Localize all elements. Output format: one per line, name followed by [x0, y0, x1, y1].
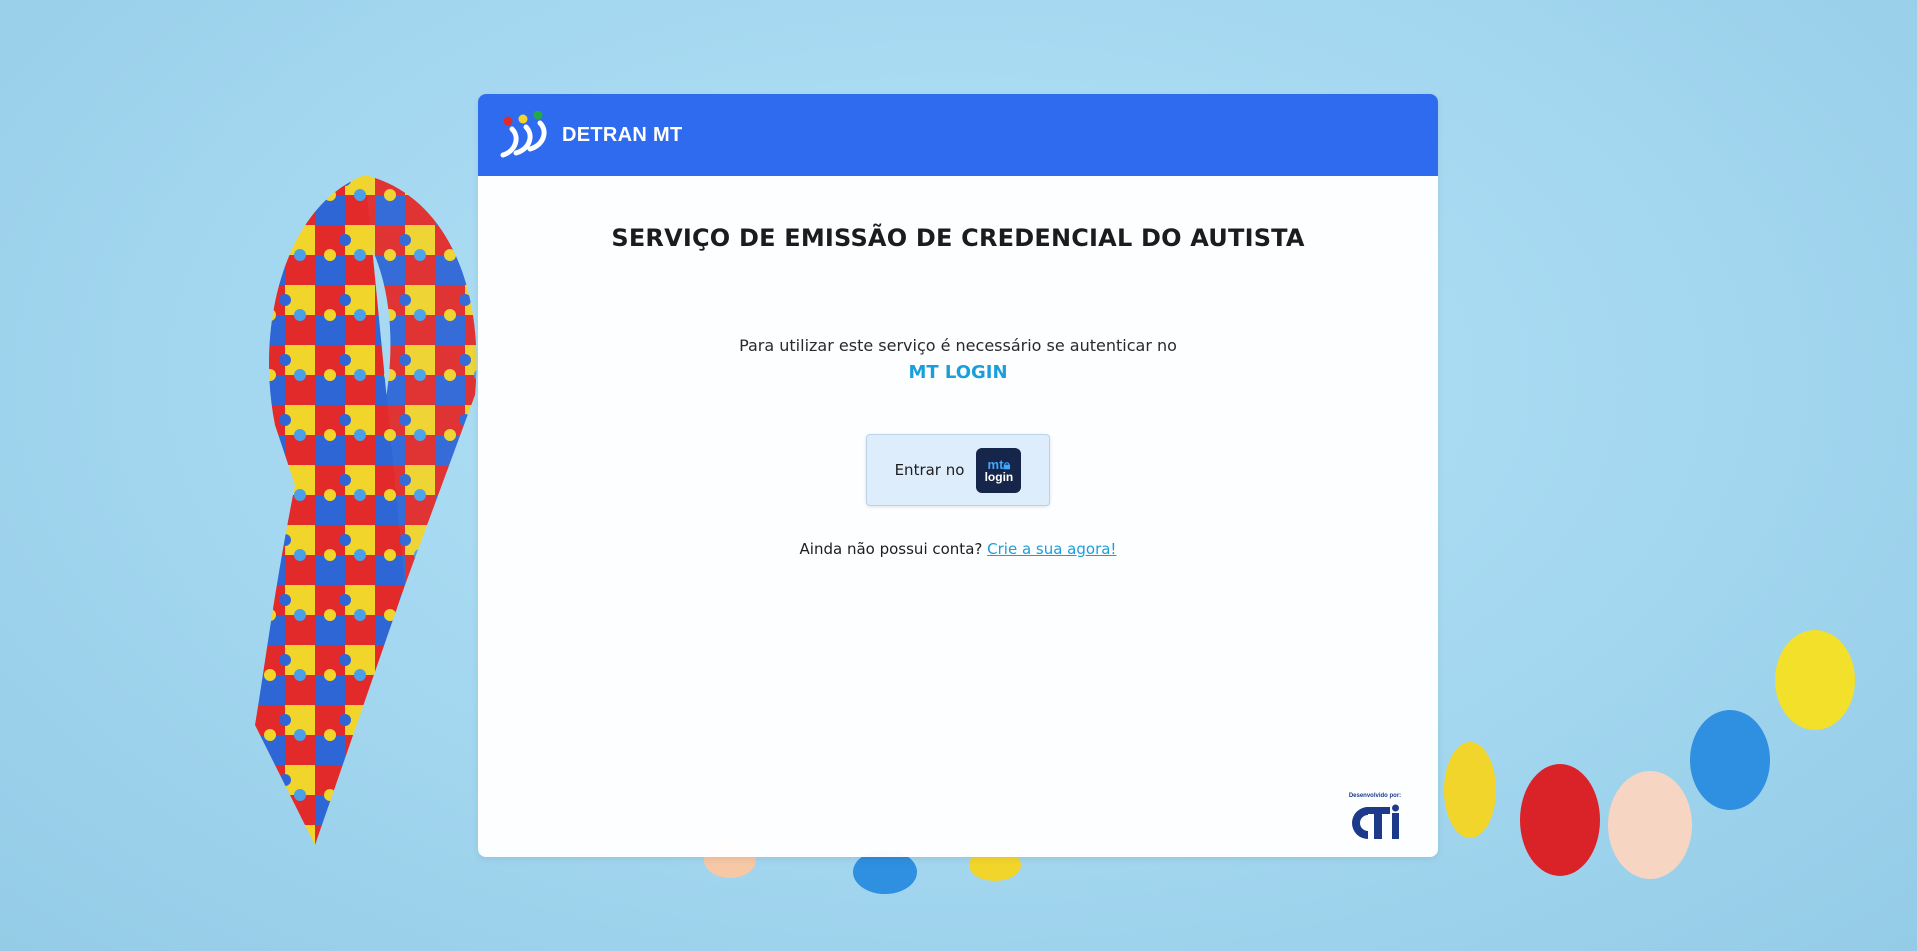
mt-login-logo-icon: mt🔒︎ login [976, 447, 1022, 493]
detran-logo-icon [500, 111, 547, 158]
cti-logo: Desenvolvido por: [1346, 793, 1404, 847]
logo-text: DETRAN MT [562, 123, 683, 146]
card-header: DETRAN MT [478, 94, 1438, 176]
signup-prompt: Ainda não possui conta? Crie a sua agora… [478, 540, 1438, 558]
badge-line2: login [984, 469, 1014, 484]
signup-link[interactable]: Crie a sua agora! [987, 540, 1116, 558]
login-button-label: Entrar no [894, 461, 965, 479]
page-title: SERVIÇO DE EMISSÃO DE CREDENCIAL DO AUTI… [611, 224, 1305, 252]
intro-text: Para utilizar este serviço é necessário … [739, 336, 1177, 355]
mt-login-highlight: MT LOGIN [908, 362, 1008, 383]
puzzle-ribbon-image [255, 175, 477, 845]
card-body: SERVIÇO DE EMISSÃO DE CREDENCIAL DO AUTI… [478, 176, 1438, 857]
mt-login-button[interactable]: Entrar no mt🔒︎ login [866, 434, 1050, 506]
login-card: DETRAN MT SERVIÇO DE EMISSÃO DE CREDENCI… [478, 94, 1438, 857]
signup-question: Ainda não possui conta? [799, 540, 983, 558]
detran-logo: DETRAN MT [498, 111, 682, 159]
cti-logo-icon [1352, 804, 1399, 839]
